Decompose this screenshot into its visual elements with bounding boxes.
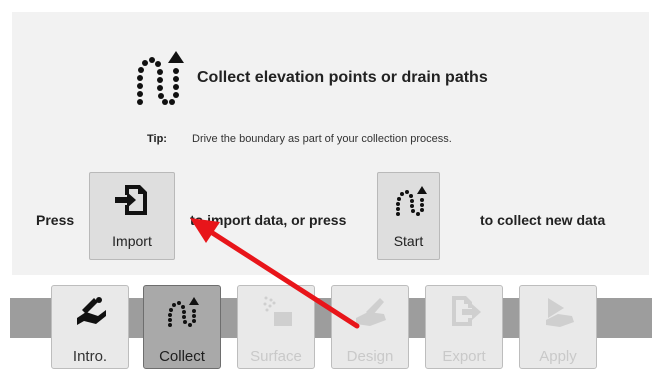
start-button-label: Start xyxy=(393,233,424,249)
start-instruction-text: to collect new data xyxy=(480,212,606,228)
tab-export-label: Export xyxy=(442,348,486,365)
tab-collect[interactable]: Collect xyxy=(143,285,221,369)
tab-apply[interactable]: Apply xyxy=(519,285,597,369)
tab-export[interactable]: Export xyxy=(425,285,503,369)
design-icon xyxy=(356,298,386,326)
export-icon xyxy=(452,296,481,326)
intro-icon xyxy=(77,297,106,325)
import-button-label: Import xyxy=(112,233,152,249)
tab-intro[interactable]: Intro. xyxy=(51,285,129,369)
tab-apply-label: Apply xyxy=(539,348,577,365)
tab-collect-label: Collect xyxy=(159,348,205,365)
tab-surface-label: Surface xyxy=(250,348,302,365)
tab-design[interactable]: Design xyxy=(331,285,409,369)
tip-text: Drive the boundary as part of your colle… xyxy=(192,133,452,145)
press-label: Press xyxy=(36,212,75,228)
apply-icon xyxy=(546,298,574,327)
import-file-icon xyxy=(115,185,147,215)
page-title: Collect elevation points or drain paths xyxy=(197,69,488,86)
import-button[interactable]: Import xyxy=(89,172,175,260)
collect-path-icon xyxy=(168,297,199,327)
collect-path-icon xyxy=(137,51,184,105)
tab-surface[interactable]: Surface xyxy=(237,285,315,369)
collect-path-icon xyxy=(396,186,427,216)
import-instruction-text: to import data, or press xyxy=(190,212,347,228)
surface-icon xyxy=(263,296,292,326)
tip-label: Tip: xyxy=(147,133,167,145)
tab-intro-label: Intro. xyxy=(72,348,108,365)
start-button[interactable]: Start xyxy=(377,172,440,260)
tab-design-label: Design xyxy=(346,348,394,365)
